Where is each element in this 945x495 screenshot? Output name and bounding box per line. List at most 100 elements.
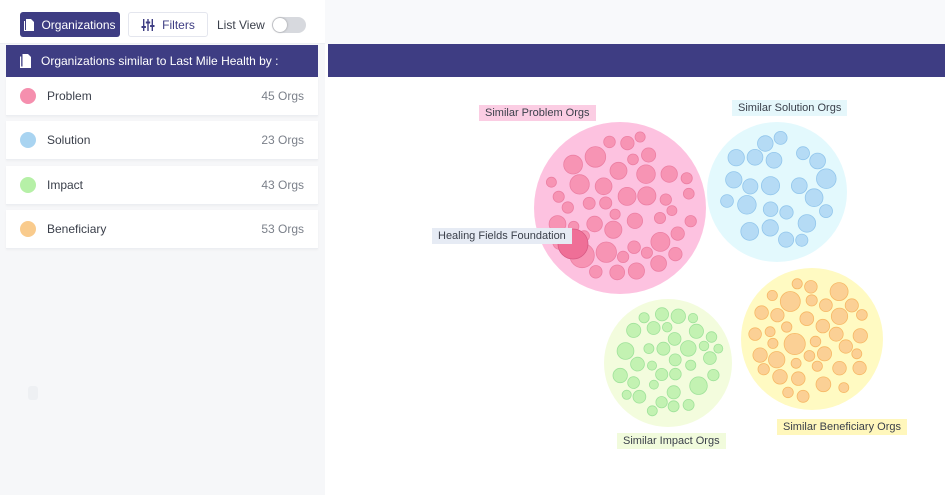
org-bubble[interactable] [627,240,641,254]
org-bubble[interactable] [609,208,621,220]
org-bubble[interactable] [783,332,806,355]
org-bubble[interactable] [660,165,678,183]
org-bubble[interactable] [653,211,666,224]
org-bubble[interactable] [563,154,583,175]
category-card-problem[interactable]: Problem 45 Orgs [6,77,318,116]
org-bubble[interactable] [816,346,832,362]
org-bubble[interactable] [689,376,708,395]
org-bubble[interactable] [828,326,844,342]
org-bubble[interactable] [790,177,808,194]
org-bubble[interactable] [599,196,613,210]
org-bubble[interactable] [670,308,686,324]
org-bubble[interactable] [805,294,818,307]
org-bubble[interactable] [770,308,785,323]
org-bubble[interactable] [646,360,657,371]
org-bubble[interactable] [552,190,565,203]
category-card-solution[interactable]: Solution 23 Orgs [6,121,318,160]
org-bubble[interactable] [838,339,853,354]
org-bubble[interactable] [707,368,720,382]
org-bubble[interactable] [754,305,769,320]
list-view-toggle[interactable] [271,16,306,33]
org-bubble[interactable] [667,332,682,346]
org-bubble[interactable] [803,350,816,362]
org-bubble[interactable] [737,195,757,215]
org-bubble[interactable] [766,289,778,301]
org-bubble[interactable] [773,131,788,145]
org-bubble[interactable] [666,385,681,400]
organizations-button[interactable]: Organizations [20,12,120,37]
org-bubble[interactable] [819,204,833,219]
org-bubble[interactable] [604,220,623,239]
org-bubble[interactable] [757,363,770,376]
org-bubble[interactable] [779,205,794,220]
org-bubble[interactable] [582,196,596,210]
org-bubble[interactable] [748,327,762,341]
org-bubble[interactable] [742,178,759,195]
org-bubble[interactable] [851,348,863,360]
org-bubble[interactable] [646,405,658,417]
org-bubble[interactable] [685,359,697,371]
org-bubble[interactable] [659,193,672,206]
org-bubble[interactable] [584,146,607,168]
category-card-impact[interactable]: Impact 43 Orgs [6,166,318,205]
org-bubble[interactable] [832,361,847,376]
org-bubble[interactable] [669,367,682,381]
org-bubble[interactable] [698,340,710,352]
org-bubble[interactable] [688,323,704,339]
org-bubble[interactable] [680,340,697,357]
org-bubble[interactable] [620,135,635,151]
org-bubble[interactable] [829,282,849,302]
org-bubble[interactable] [627,376,640,389]
org-bubble[interactable] [595,241,617,263]
org-bubble[interactable] [768,351,786,369]
org-bubble[interactable] [612,367,628,384]
org-bubble[interactable] [654,307,669,322]
org-bubble[interactable] [844,298,859,313]
org-bubble[interactable] [761,219,779,237]
org-bubble[interactable] [757,135,774,152]
org-bubble[interactable] [545,176,557,188]
org-bubble[interactable] [638,312,650,324]
org-bubble[interactable] [762,201,779,217]
org-bubble[interactable] [616,342,635,360]
org-bubble[interactable] [630,356,645,372]
org-bubble[interactable] [795,233,809,247]
org-bubble[interactable] [809,335,822,348]
org-bubble[interactable] [772,369,788,385]
org-bubble[interactable] [765,152,783,169]
org-bubble[interactable] [705,331,718,343]
org-bubble[interactable] [727,149,745,167]
org-bubble[interactable] [634,131,646,143]
org-bubble[interactable] [643,343,655,355]
org-bubble[interactable] [603,135,616,149]
org-bubble[interactable] [781,321,793,333]
org-bubble[interactable] [838,382,850,394]
org-bubble[interactable] [790,357,802,369]
org-bubble[interactable] [799,311,815,327]
category-card-beneficiary[interactable]: Beneficiary 53 Orgs [6,210,318,249]
org-bubble[interactable] [804,188,824,207]
org-bubble[interactable] [641,147,657,163]
org-bubble[interactable] [811,360,823,372]
org-bubble[interactable] [687,313,699,324]
org-bubble[interactable] [809,152,826,170]
org-bubble[interactable] [680,172,693,185]
filters-button[interactable]: Filters [128,12,208,37]
org-bubble[interactable] [819,298,833,313]
org-bubble[interactable] [670,226,685,241]
org-bubble[interactable] [621,389,632,400]
org-bubble[interactable] [656,341,671,356]
org-bubble[interactable] [609,264,626,281]
org-bubble[interactable] [684,215,697,228]
org-bubble[interactable] [561,201,574,214]
org-bubble[interactable] [791,371,806,386]
org-bubble[interactable] [569,174,590,195]
org-bubble[interactable] [720,194,734,208]
org-bubble[interactable] [779,291,801,312]
org-bubble[interactable] [666,205,678,217]
org-bubble[interactable] [667,400,680,413]
org-bubble[interactable] [725,171,743,189]
org-bubble[interactable] [740,222,760,241]
org-bubble[interactable] [760,176,780,196]
org-bubble[interactable] [791,278,803,290]
